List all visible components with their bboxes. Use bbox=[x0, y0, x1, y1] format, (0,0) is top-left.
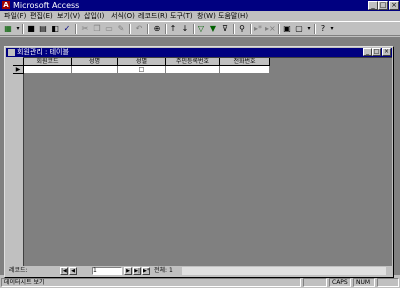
menu-file[interactable]: 파일(F) bbox=[4, 11, 26, 21]
toolbar-separator bbox=[314, 24, 316, 34]
menu-records[interactable]: 레코드(R) bbox=[138, 11, 168, 21]
cell-phone[interactable] bbox=[220, 66, 270, 74]
table-minimize-button[interactable]: _ bbox=[363, 48, 372, 56]
app-title: Microsoft Access bbox=[13, 1, 80, 10]
toolbar-separator bbox=[165, 24, 167, 34]
select-all-corner[interactable] bbox=[13, 58, 24, 66]
toolbar-separator bbox=[193, 24, 195, 34]
toolbar-separator bbox=[147, 24, 149, 34]
access-app-icon[interactable]: A bbox=[2, 1, 10, 9]
sort-asc-icon[interactable]: ↑ bbox=[168, 24, 178, 34]
column-header-gender[interactable]: 성별 bbox=[118, 58, 166, 66]
cell-name[interactable] bbox=[72, 66, 118, 74]
toolbar: ▦ ▾ ■ ▤ ◧ ✓ ✂ ❐ ▭ ✎ ↶ ⊕ ↑ ↓ ▽ ▼ ⊽ ⚲ ▸* ▸… bbox=[0, 21, 400, 36]
status-bar: 데이터시트 보기 CAPS NUM bbox=[0, 277, 400, 288]
copy-icon[interactable]: ❐ bbox=[92, 24, 102, 34]
filter-form-icon[interactable]: ▼ bbox=[208, 24, 218, 34]
toolbar-separator bbox=[278, 24, 280, 34]
menu-format[interactable]: 서식(O) bbox=[111, 11, 135, 21]
next-record-button[interactable]: ▶ bbox=[124, 267, 132, 275]
cut-icon[interactable]: ✂ bbox=[80, 24, 90, 34]
record-selector[interactable]: ▶ bbox=[13, 66, 24, 74]
cell-gender-checkbox[interactable]: □ bbox=[118, 66, 166, 74]
print-icon[interactable]: ▤ bbox=[38, 24, 48, 34]
column-header-row: 회원코드 성명 성별 주민등록번호 전화번호 bbox=[24, 58, 270, 66]
delete-record-icon[interactable]: ▸× bbox=[265, 24, 276, 34]
undo-icon[interactable]: ↶ bbox=[134, 24, 144, 34]
format-painter-icon[interactable]: ✎ bbox=[116, 24, 126, 34]
table-window-title: 회원관리 : 테이블 bbox=[17, 48, 69, 56]
status-caps: CAPS bbox=[329, 278, 351, 287]
last-record-button[interactable]: ▶| bbox=[133, 267, 141, 275]
app-titlebar: A Microsoft Access _ □ × bbox=[0, 0, 400, 11]
status-blank bbox=[303, 278, 327, 287]
view-icon[interactable]: ▦ bbox=[3, 24, 13, 34]
menu-bar: 파일(F) 편집(E) 보기(V) 삽입(I) 서식(O) 레코드(R) 도구(… bbox=[0, 11, 400, 21]
menu-insert[interactable]: 삽입(I) bbox=[84, 11, 104, 21]
cell-resident-no[interactable] bbox=[166, 66, 220, 74]
menu-view[interactable]: 보기(V) bbox=[57, 11, 80, 21]
horizontal-scrollbar[interactable] bbox=[182, 267, 386, 275]
column-header-member-code[interactable]: 회원코드 bbox=[24, 58, 72, 66]
help-dropdown-icon[interactable]: ▾ bbox=[327, 24, 337, 34]
toolbar-separator bbox=[129, 24, 131, 34]
new-record-button[interactable]: ▶* bbox=[142, 267, 150, 275]
record-total-count: 전체: 1 bbox=[154, 267, 173, 274]
preview-icon[interactable]: ◧ bbox=[50, 24, 60, 34]
spell-icon[interactable]: ✓ bbox=[62, 24, 72, 34]
filter-selection-icon[interactable]: ▽ bbox=[196, 24, 206, 34]
column-header-name[interactable]: 성명 bbox=[72, 58, 118, 66]
menu-tools[interactable]: 도구(T) bbox=[170, 11, 193, 21]
column-header-resident-no[interactable]: 주민등록번호 bbox=[166, 58, 220, 66]
menu-window[interactable]: 창(W) bbox=[197, 11, 216, 21]
hyperlink-icon[interactable]: ⊕ bbox=[152, 24, 162, 34]
table-icon[interactable] bbox=[8, 49, 15, 56]
menu-edit[interactable]: 편집(E) bbox=[30, 11, 53, 21]
current-record-field[interactable]: 1 bbox=[92, 267, 122, 275]
datasheet-grid: ▶ 회원코드 성명 성별 주민등록번호 전화번호 □ bbox=[13, 57, 392, 268]
save-icon[interactable]: ■ bbox=[26, 24, 36, 34]
toolbar-separator bbox=[233, 24, 235, 34]
paste-icon[interactable]: ▭ bbox=[104, 24, 114, 34]
table-row: □ bbox=[24, 66, 270, 74]
status-scroll bbox=[377, 278, 399, 287]
toolbar-separator bbox=[250, 24, 252, 34]
new-record-icon[interactable]: ▸* bbox=[253, 24, 263, 34]
table-maximize-button[interactable]: □ bbox=[372, 48, 381, 56]
sort-desc-icon[interactable]: ↓ bbox=[180, 24, 190, 34]
column-header-phone[interactable]: 전화번호 bbox=[220, 58, 270, 66]
new-object-dropdown-icon[interactable]: ▾ bbox=[304, 24, 314, 34]
table-window-titlebar[interactable]: 회원관리 : 테이블 _ □ × bbox=[6, 48, 392, 57]
record-navigation-bar: 레코드: |◀ ◀ 1 ▶ ▶| ▶* 전체: 1 bbox=[6, 266, 392, 276]
new-object-icon[interactable]: ▢ bbox=[294, 24, 304, 34]
app-close-button[interactable]: × bbox=[389, 1, 399, 10]
first-record-button[interactable]: |◀ bbox=[60, 267, 68, 275]
toolbar-separator bbox=[75, 24, 77, 34]
app-minimize-button[interactable]: _ bbox=[368, 1, 378, 10]
toolbar-separator bbox=[22, 24, 24, 34]
find-icon[interactable]: ⚲ bbox=[237, 24, 247, 34]
apply-filter-icon[interactable]: ⊽ bbox=[220, 24, 230, 34]
previous-record-button[interactable]: ◀ bbox=[69, 267, 77, 275]
record-label: 레코드: bbox=[9, 267, 28, 274]
database-window-icon[interactable]: ▣ bbox=[282, 24, 292, 34]
status-mode: 데이터시트 보기 bbox=[1, 278, 301, 287]
app-maximize-button[interactable]: □ bbox=[378, 1, 388, 10]
table-close-button[interactable]: × bbox=[382, 48, 391, 56]
status-num: NUM bbox=[353, 278, 375, 287]
menu-help[interactable]: 도움말(H) bbox=[218, 11, 248, 21]
cell-member-code[interactable] bbox=[24, 66, 72, 74]
table-window: 회원관리 : 테이블 _ □ × ▶ 회원코드 성명 성별 주민등록번호 전화번… bbox=[4, 46, 394, 278]
